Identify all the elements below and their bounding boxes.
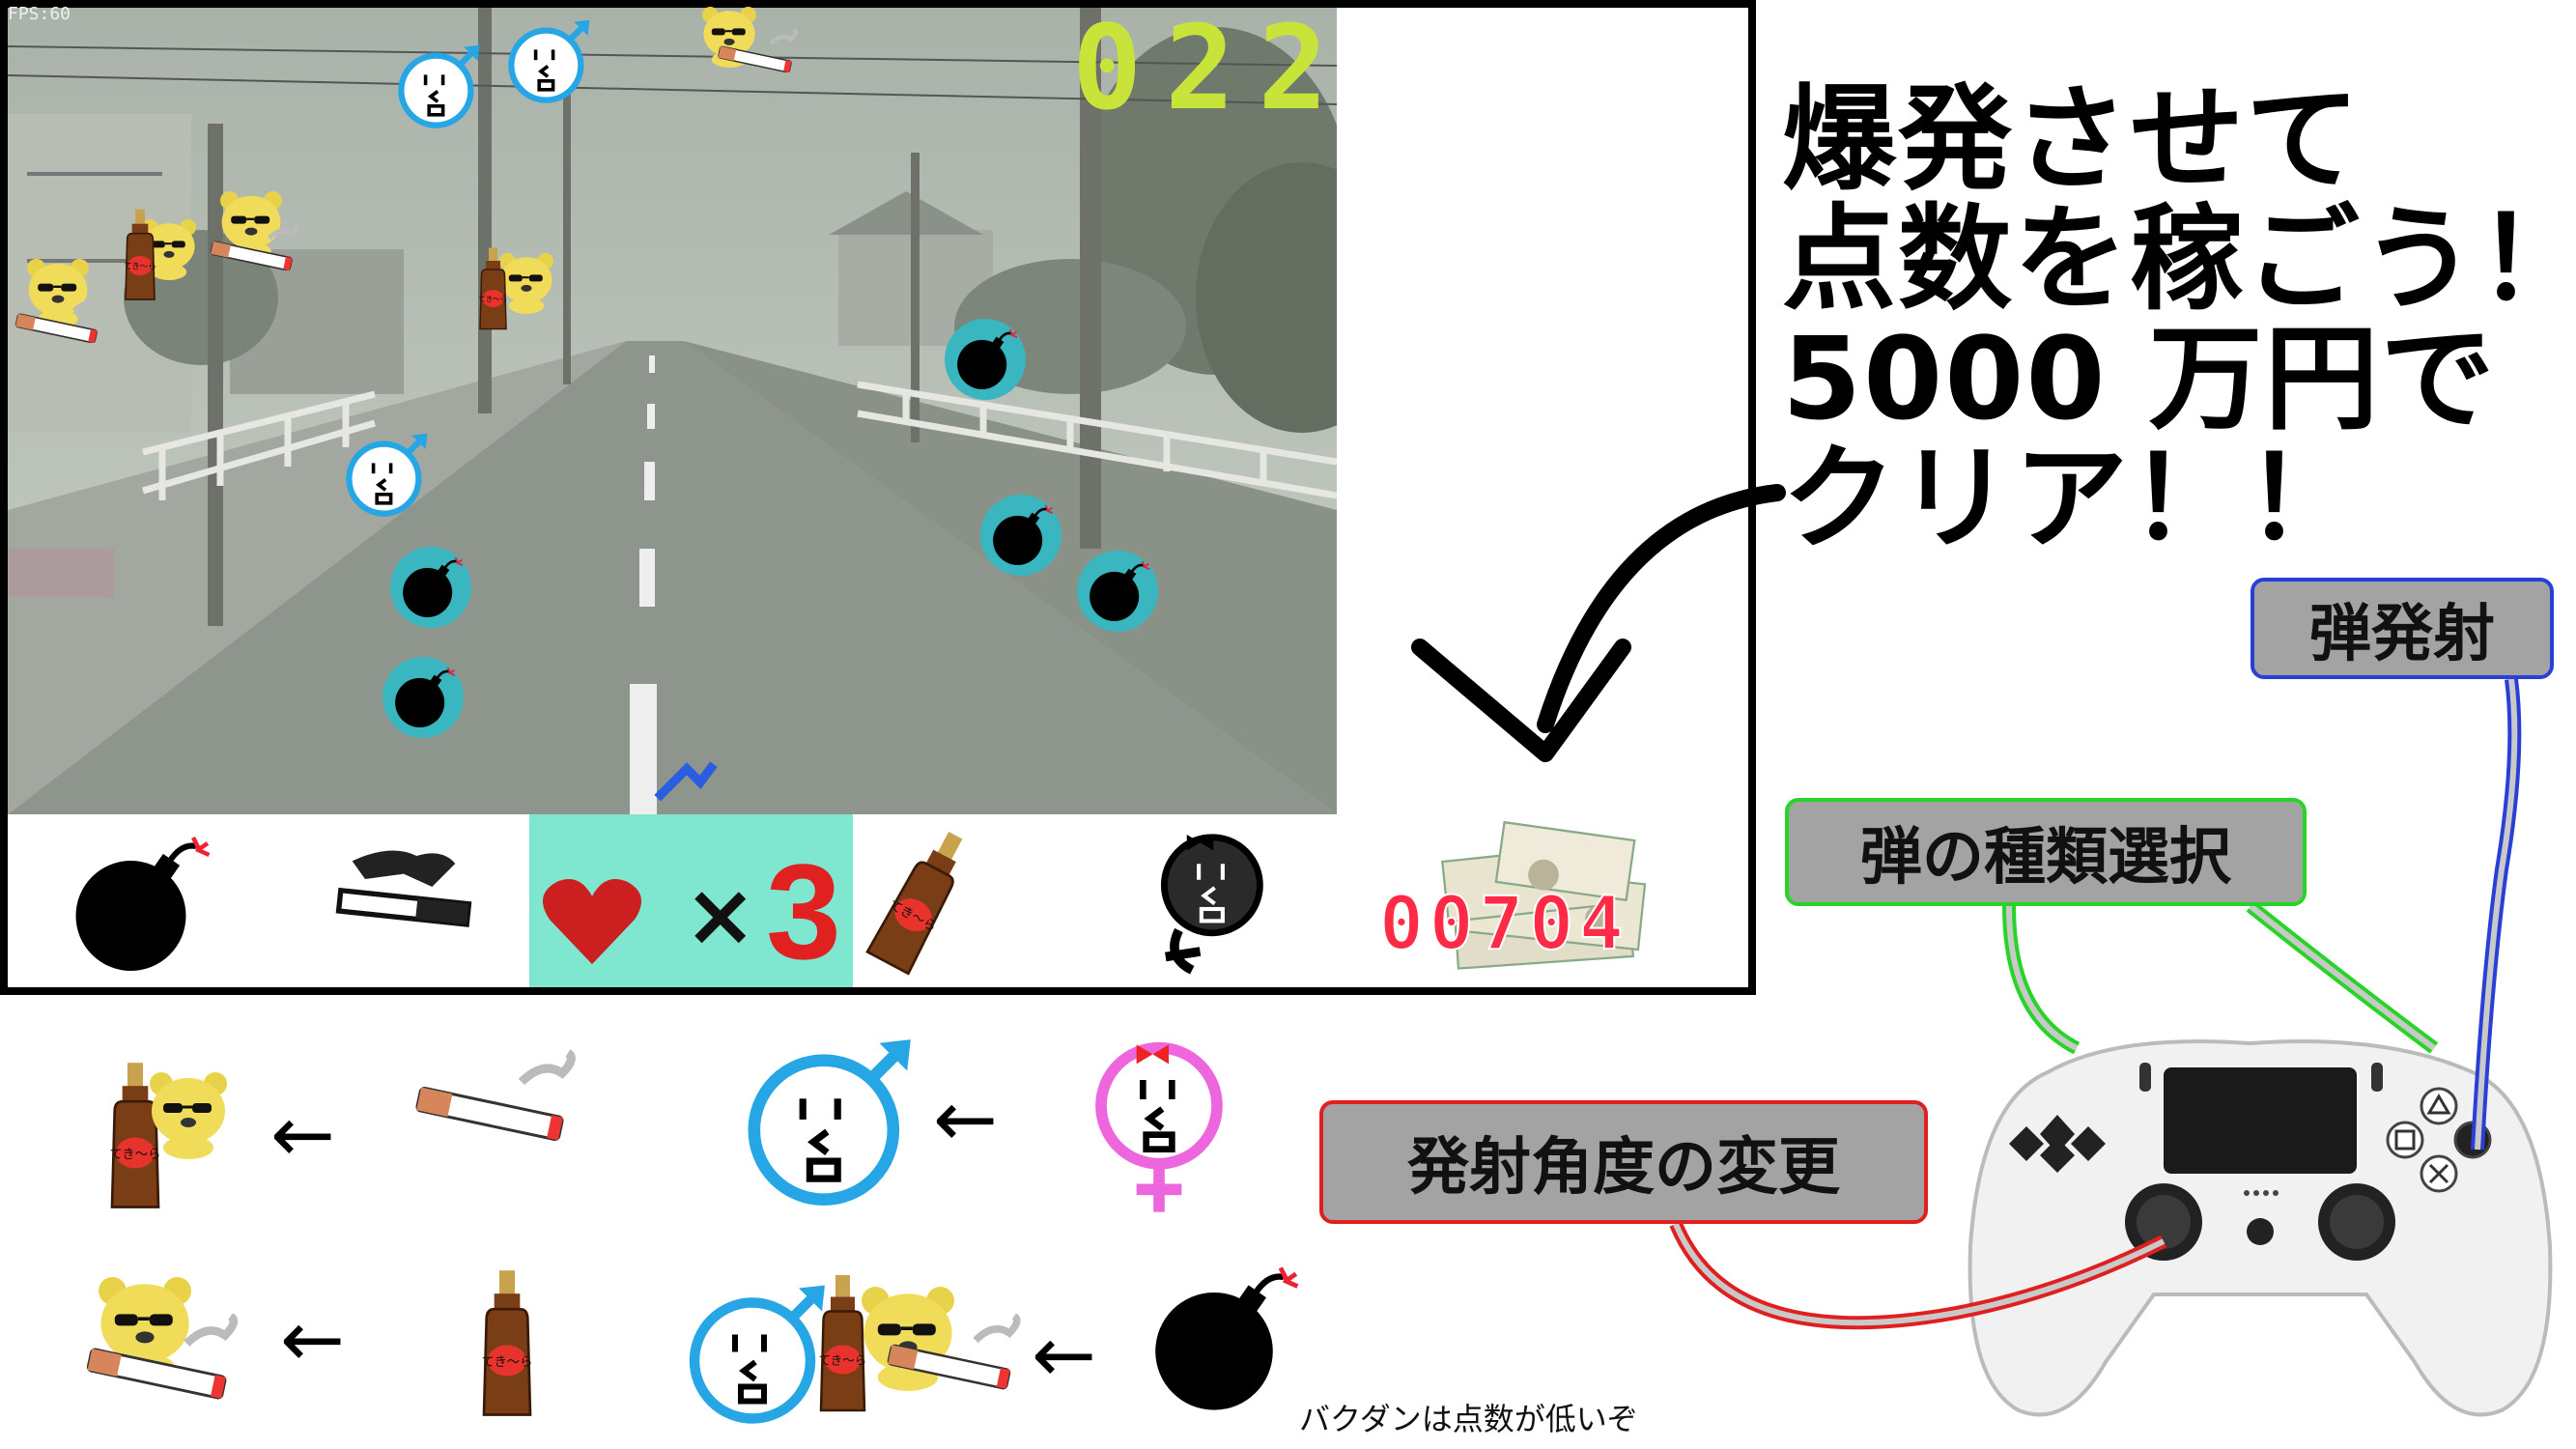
left-arrow-icon: ← xyxy=(933,1074,999,1164)
left-arrow-icon: ← xyxy=(1032,1310,1097,1400)
male-face-icon xyxy=(744,1029,918,1217)
bear-icon xyxy=(140,1063,237,1159)
left-arrow-icon: ← xyxy=(270,1090,336,1179)
select-control-label: 弾の種類選択 xyxy=(1785,798,2307,906)
control-connector-lines xyxy=(1669,678,2522,1330)
cigarette-icon xyxy=(879,1285,1024,1420)
cigarette-icon xyxy=(406,1038,580,1154)
bottle-icon xyxy=(468,1261,546,1430)
bomb-score-note: バクダンは点数が低いぞ xyxy=(1299,1401,1638,1437)
cigarette-icon xyxy=(77,1314,241,1401)
angle-control-label: 発射角度の変更 xyxy=(1319,1100,1928,1224)
bomb-icon xyxy=(1145,1262,1299,1416)
fire-control-label: 弾発射 xyxy=(2250,578,2554,679)
left-arrow-icon: ← xyxy=(280,1294,346,1384)
female-face-icon xyxy=(1072,1032,1246,1225)
